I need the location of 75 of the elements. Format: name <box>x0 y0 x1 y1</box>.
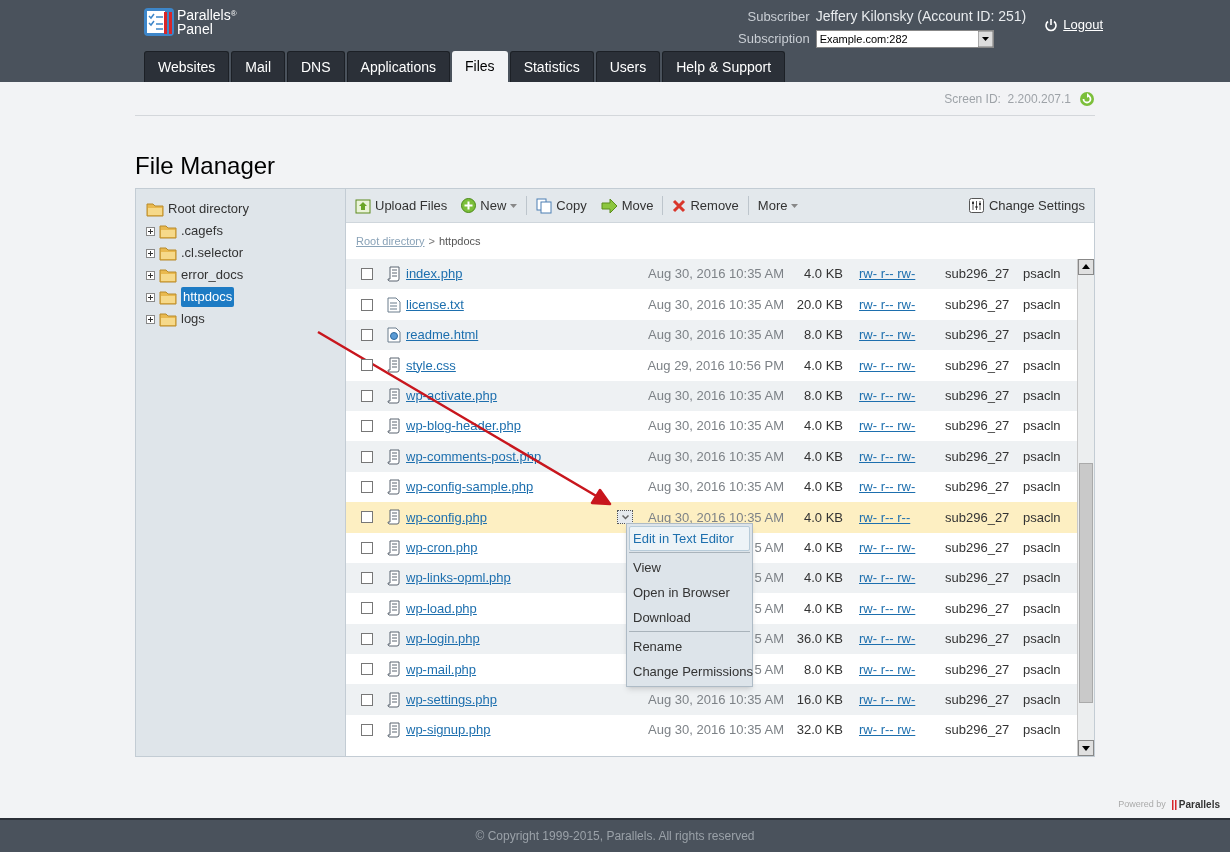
file-date: Aug 30, 2016 10:35 AM <box>648 265 784 284</box>
file-owner: sub296_27 <box>945 630 1011 649</box>
file-date: Aug 30, 2016 10:35 AM <box>648 326 784 345</box>
file-date: 5 AM <box>754 599 784 618</box>
file-date: Aug 30, 2016 10:35 AM <box>648 387 784 405</box>
screen-id: Screen ID: 2.200.207.1 <box>944 90 1071 108</box>
copyright-text: © Copyright 1999-2015, Parallels. All rights reserved <box>475 828 755 845</box>
file-owner: sub296_27 <box>945 690 1011 709</box>
file-owner: sub296_27 <box>945 417 1011 436</box>
file-owner: sub296_27 <box>945 569 1011 588</box>
file-group: psacln <box>1023 264 1061 284</box>
file-group: psacln <box>1023 659 1061 679</box>
file-size: 4.0 KB <box>802 265 843 284</box>
file-group: psacln <box>1023 537 1061 558</box>
subscriber-label: Subscriber <box>746 7 810 26</box>
file-date: 5 AM <box>754 538 784 557</box>
file-owner: sub296_27 <box>945 538 1011 557</box>
file-group: psacln <box>1023 416 1061 436</box>
file-date: Aug 30, 2016 10:35 AM <box>648 295 784 314</box>
file-group: psacln <box>1023 325 1061 345</box>
breadcrumb-separator: > <box>428 233 435 249</box>
file-owner: sub296_27 <box>945 508 1011 527</box>
file-owner: sub296_27 <box>945 447 1011 466</box>
subscription-label: Subscription <box>738 30 810 48</box>
file-group: psacln <box>1023 720 1061 740</box>
file-size: 4.0 KB <box>802 478 843 497</box>
file-group: psacln <box>1023 689 1061 710</box>
file-owner: sub296_27 <box>945 599 1011 618</box>
file-owner: sub296_27 <box>945 295 1011 314</box>
file-group: psacln <box>1023 294 1061 315</box>
file-size: 4.0 KB <box>802 599 843 618</box>
file-owner: sub296_27 <box>945 356 1011 375</box>
file-size: 20.0 KB <box>795 295 843 314</box>
brand-text: Parallels <box>1178 798 1220 812</box>
breadcrumb-current: httpdocs <box>438 233 481 249</box>
file-owner: sub296_27 <box>945 478 1011 497</box>
file-date: Aug 30, 2016 10:35 AM <box>648 478 784 497</box>
file-date: Aug 30, 2016 10:35 AM <box>648 690 784 709</box>
file-size: 16.0 KB <box>795 690 843 709</box>
page-title: File Manager <box>135 151 277 181</box>
file-owner: sub296_27 <box>945 387 1011 405</box>
file-group: psacln <box>1023 568 1061 588</box>
file-size: 8.0 KB <box>802 660 843 679</box>
file-group: psacln <box>1023 598 1061 619</box>
file-group: psacln <box>1023 386 1061 406</box>
file-owner: sub296_27 <box>945 721 1011 740</box>
file-size: 8.0 KB <box>802 326 843 345</box>
file-size: 4.0 KB <box>802 538 843 557</box>
file-owner: sub296_27 <box>945 326 1011 345</box>
file-date: 5 AM <box>754 630 784 649</box>
file-owner: sub296_27 <box>945 265 1011 284</box>
file-group: psacln <box>1023 507 1061 528</box>
file-size: 4.0 KB <box>802 569 843 588</box>
file-date: Aug 29, 2016 10:56 PM <box>647 356 784 375</box>
file-size: 36.0 KB <box>795 630 843 649</box>
logo-text: Parallels$^{®}$ <box>177 8 237 22</box>
file-owner: sub296_27 <box>945 660 1011 679</box>
file-size: 4.0 KB <box>802 417 843 436</box>
file-date: 5 AM <box>754 660 784 679</box>
file-group: psacln <box>1023 446 1061 467</box>
file-date: Aug 30, 2016 10:35 AM <box>648 721 784 740</box>
subscriber-name: Jeffery Kilonsky (Account ID: 251) <box>815 7 1027 26</box>
file-size: 4.0 KB <box>802 447 843 466</box>
file-date: 5 AM <box>754 569 784 588</box>
file-date: Aug 30, 2016 10:35 AM <box>648 417 784 436</box>
file-size: 8.0 KB <box>802 387 843 405</box>
file-size: 4.0 KB <box>802 356 843 375</box>
file-size: 32.0 KB <box>795 721 843 740</box>
file-group: psacln <box>1023 629 1061 649</box>
logo-subtitle: Panel <box>177 22 214 36</box>
file-size: 4.0 KB <box>802 508 843 527</box>
file-group: psacln <box>1023 477 1061 497</box>
powered-by-text: Powered by <box>1118 797 1166 811</box>
file-group: psacln <box>1023 355 1061 376</box>
file-date: Aug 30, 2016 10:35 AM <box>648 447 784 466</box>
